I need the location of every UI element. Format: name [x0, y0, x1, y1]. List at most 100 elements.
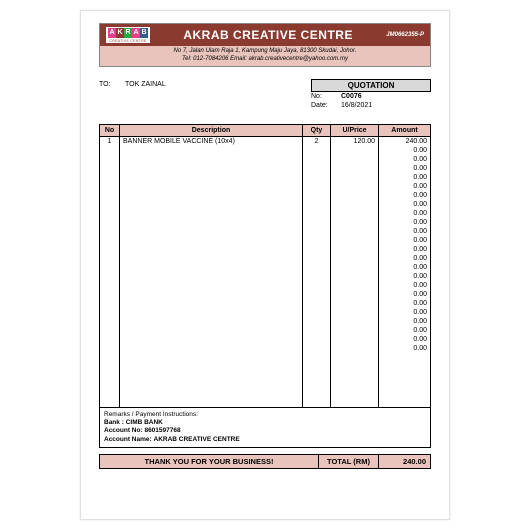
- cell-desc: [120, 344, 303, 353]
- cell-amount: 0.00: [379, 272, 431, 281]
- table-row: 0.00: [100, 317, 431, 326]
- cell-no: [100, 308, 120, 317]
- cell-price: [331, 263, 379, 272]
- cell-price: [331, 317, 379, 326]
- cell-desc: [120, 299, 303, 308]
- table-row: 0.00: [100, 209, 431, 218]
- spacer-row: [100, 353, 431, 362]
- cell-qty: [303, 164, 331, 173]
- cell-qty: [303, 146, 331, 155]
- cell-price: [331, 344, 379, 353]
- cell-no: [100, 281, 120, 290]
- col-qty: Qty: [303, 124, 331, 136]
- cell-qty: [303, 182, 331, 191]
- cell-desc: [120, 209, 303, 218]
- cell-amount: 0.00: [379, 200, 431, 209]
- cell-desc: [120, 281, 303, 290]
- cell-price: [331, 272, 379, 281]
- cell-price: [331, 173, 379, 182]
- footer-row: THANK YOU FOR YOUR BUSINESS! TOTAL (RM) …: [99, 454, 431, 469]
- cell-price: [331, 290, 379, 299]
- cell-no: [100, 317, 120, 326]
- to-block: TO: TOK ZAINAL: [99, 79, 301, 110]
- to-name: TOK ZAINAL: [125, 81, 166, 110]
- spacer-row: [100, 380, 431, 389]
- cell-qty: [303, 263, 331, 272]
- acct-no: 8601597768: [144, 427, 180, 434]
- cell-price: 120.00: [331, 136, 379, 146]
- cell-no: [100, 227, 120, 236]
- cell-qty: 2: [303, 136, 331, 146]
- cell-qty: [303, 317, 331, 326]
- cell-desc: [120, 263, 303, 272]
- table-row: 0.00: [100, 290, 431, 299]
- cell-qty: [303, 326, 331, 335]
- cell-price: [331, 299, 379, 308]
- logo-subtitle: CREATIVE CENTRE: [106, 39, 150, 43]
- items-table: No Description Qty U/Price Amount 1BANNE…: [99, 124, 431, 408]
- bank-name: CIMB BANK: [126, 419, 163, 426]
- cell-no: [100, 326, 120, 335]
- total-value: 240.00: [379, 454, 431, 469]
- cell-desc: [120, 326, 303, 335]
- cell-amount: 0.00: [379, 182, 431, 191]
- cell-desc: [120, 191, 303, 200]
- table-row: 0.00: [100, 272, 431, 281]
- cell-no: [100, 209, 120, 218]
- remarks-title: Remarks / Payment Instructions:: [104, 411, 426, 419]
- cell-amount: 0.00: [379, 317, 431, 326]
- cell-price: [331, 200, 379, 209]
- cell-amount: 0.00: [379, 191, 431, 200]
- cell-desc: [120, 173, 303, 182]
- acct-no-label: Account No:: [104, 427, 143, 434]
- table-row: 0.00: [100, 155, 431, 164]
- bank-label: Bank :: [104, 419, 124, 426]
- cell-amount: 0.00: [379, 209, 431, 218]
- cell-qty: [303, 173, 331, 182]
- cell-amount: 0.00: [379, 236, 431, 245]
- header-contact: No 7, Jalan Ulam Raja 1, Kampung Maju Ja…: [100, 46, 430, 66]
- table-row: 0.00: [100, 263, 431, 272]
- col-no: No: [100, 124, 120, 136]
- cell-amount: 0.00: [379, 281, 431, 290]
- cell-desc: [120, 164, 303, 173]
- quotation-title: QUOTATION: [311, 79, 431, 92]
- cell-desc: [120, 245, 303, 254]
- quote-date: 16/8/2021: [341, 102, 431, 109]
- cell-price: [331, 164, 379, 173]
- cell-no: [100, 182, 120, 191]
- cell-no: [100, 146, 120, 155]
- cell-qty: [303, 254, 331, 263]
- quotation-document: A K R A B CREATIVE CENTRE AKRAB CREATIVE…: [80, 10, 450, 520]
- cell-amount: 0.00: [379, 335, 431, 344]
- cell-price: [331, 281, 379, 290]
- table-row: 0.00: [100, 236, 431, 245]
- cell-qty: [303, 191, 331, 200]
- cell-amount: 0.00: [379, 155, 431, 164]
- cell-no: [100, 191, 120, 200]
- cell-qty: [303, 272, 331, 281]
- cell-desc: [120, 182, 303, 191]
- quote-no-label: No:: [311, 93, 341, 100]
- table-row: 0.00: [100, 308, 431, 317]
- cell-no: [100, 254, 120, 263]
- cell-no: [100, 218, 120, 227]
- spacer-row: [100, 362, 431, 371]
- cell-amount: 0.00: [379, 218, 431, 227]
- remarks-block: Remarks / Payment Instructions: Bank : C…: [99, 408, 431, 449]
- address-line: No 7, Jalan Ulam Raja 1, Kampung Maju Ja…: [104, 48, 426, 56]
- cell-qty: [303, 200, 331, 209]
- spacer-row: [100, 398, 431, 408]
- logo: A K R A B CREATIVE CENTRE: [106, 27, 150, 43]
- cell-no: [100, 236, 120, 245]
- cell-desc: [120, 218, 303, 227]
- cell-no: [100, 200, 120, 209]
- total-label: TOTAL (RM): [319, 454, 379, 469]
- logo-letter: B: [140, 28, 148, 38]
- info-row: TO: TOK ZAINAL QUOTATION No: C0076 Date:…: [99, 79, 431, 110]
- company-name: AKRAB CREATIVE CENTRE: [150, 28, 386, 42]
- cell-desc: [120, 254, 303, 263]
- cell-amount: 0.00: [379, 326, 431, 335]
- cell-qty: [303, 290, 331, 299]
- cell-amount: 240.00: [379, 136, 431, 146]
